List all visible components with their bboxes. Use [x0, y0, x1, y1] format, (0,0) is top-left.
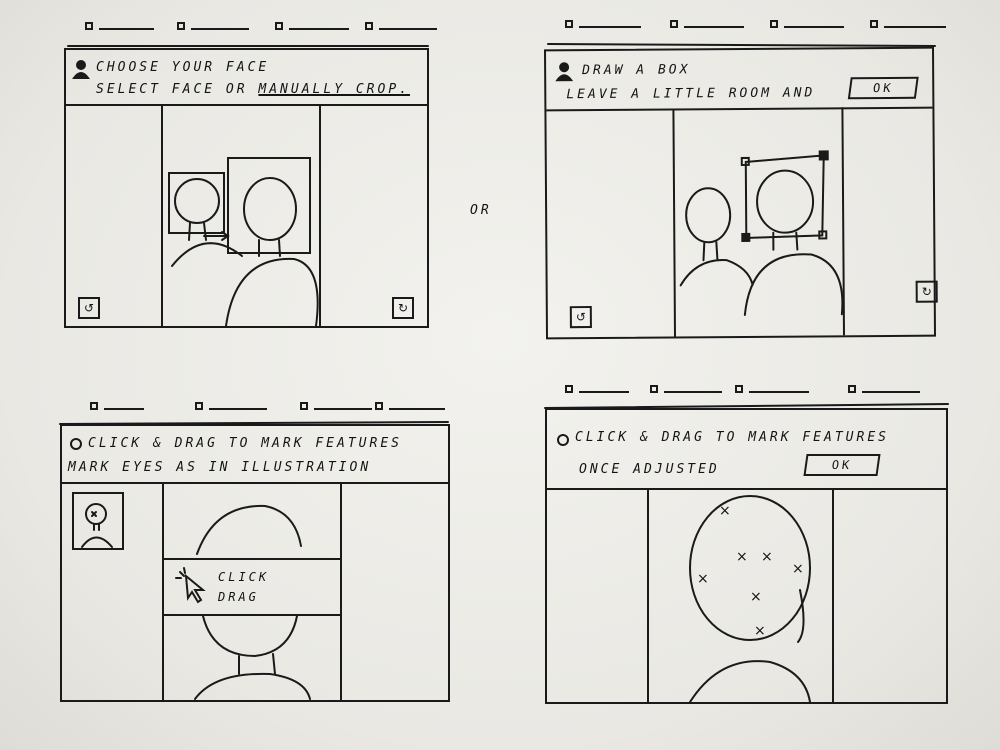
shoulder [689, 660, 811, 703]
circle-icon [557, 434, 569, 446]
column-divider [832, 488, 834, 702]
face-oval-adjust [797, 589, 805, 643]
feature-marker[interactable]: × [761, 550, 773, 564]
ok-button[interactable]: OK [803, 454, 881, 476]
page-subtitle: ONCE ADJUSTED [579, 462, 720, 477]
feature-marker[interactable]: × [719, 504, 731, 518]
panel-adjust-features: CLICK & DRAG TO MARK FEATURES ONCE ADJUS… [545, 408, 948, 704]
panel-header: CLICK & DRAG TO MARK FEATURES ONCE ADJUS… [547, 410, 946, 490]
page-title: CLICK & DRAG TO MARK FEATURES [575, 430, 889, 445]
feature-marker[interactable]: × [736, 550, 748, 564]
feature-marker[interactable]: × [792, 562, 804, 576]
column-divider [647, 488, 649, 702]
feature-marker[interactable]: × [750, 590, 762, 604]
feature-marker[interactable]: × [697, 572, 709, 586]
photo-canvas[interactable] [650, 490, 832, 703]
feature-marker[interactable]: × [754, 624, 766, 638]
